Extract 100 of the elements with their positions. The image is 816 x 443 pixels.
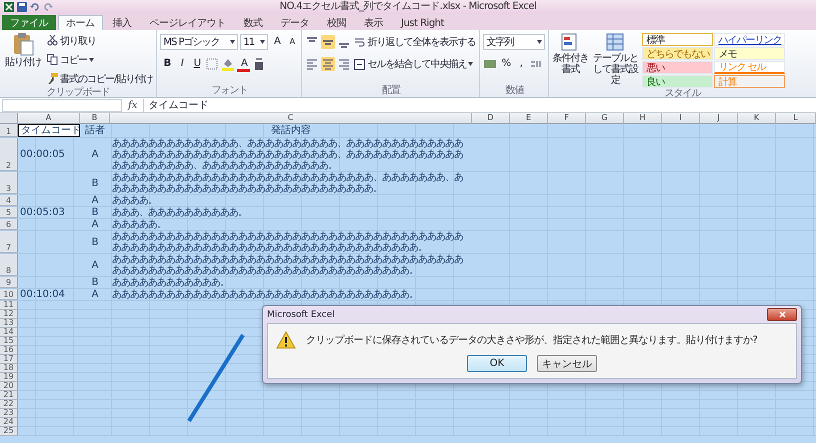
row-number[interactable]: 21 [0,391,18,400]
column-header[interactable]: K [738,113,776,124]
cell-style[interactable]: ハイパーリンク [714,33,786,46]
table-cell-text: A [90,195,100,206]
row-number[interactable]: 10 [0,289,18,300]
scissors-icon [47,35,58,46]
ribbon-tab[interactable]: ホーム [58,15,102,30]
column-header[interactable]: C [110,113,472,124]
warning-icon [276,331,296,349]
save-icon[interactable] [17,2,27,12]
column-header[interactable]: H [624,113,662,124]
align-middle-icon[interactable] [321,35,336,49]
row-number[interactable]: 6 [0,219,18,230]
row-number[interactable]: 14 [0,328,18,337]
caret-icon [537,40,542,44]
font-size-field[interactable]: 11 [240,34,268,50]
currency-icon[interactable] [483,57,498,71]
column-header[interactable]: J [700,113,738,124]
borders-icon[interactable] [205,57,220,71]
table-cell-text: ああああ。 [111,195,158,206]
wrap-text-button[interactable]: 折り返して全体を表示する [353,34,476,50]
row-number[interactable]: 7 [0,231,18,253]
ribbon-tab[interactable]: ファイル [2,15,56,30]
format-painter-button[interactable]: 書式のコピー/貼り付け [46,70,154,87]
cell-style[interactable]: メモ [714,47,786,60]
align-left-icon[interactable] [305,57,320,71]
ribbon-tab[interactable]: 数式 [236,15,270,30]
row-number[interactable]: 19 [0,373,18,382]
row-number[interactable]: 16 [0,346,18,355]
table-cell-text: B [90,176,100,190]
column-header[interactable]: E [510,113,548,124]
ribbon-tab[interactable]: 表示 [356,15,391,30]
table-cell-text: A [90,289,100,300]
row-number[interactable]: 22 [0,400,18,409]
table-cell-text: あああああああああああああああああああああああああああああああああ。 [111,289,419,300]
conditional-format-button[interactable]: 条件付き書式 [552,32,588,88]
ribbon-tab[interactable]: ページレイアウト [142,15,234,30]
paste-button[interactable]: 貼り付け [3,32,43,87]
row-number[interactable]: 3 [0,172,18,194]
column-header[interactable]: I [662,113,700,124]
fill-color-icon[interactable] [221,57,236,71]
bold-button[interactable]: B [160,56,174,72]
font-color-button[interactable]: A [237,56,250,72]
format-as-table-button[interactable]: テーブルとして書式設定 [591,32,640,88]
ribbon-tab[interactable]: 挿入 [104,15,140,30]
underline-button[interactable]: U [190,56,204,72]
row-number[interactable]: 15 [0,337,18,346]
shrink-font-button[interactable]: A [285,34,298,50]
column-header[interactable]: A [18,113,80,124]
formula-field[interactable]: タイムコード [143,98,814,112]
copy-button[interactable]: コピー [46,51,154,68]
number-format-field[interactable]: 文字列 [483,34,546,50]
function-label[interactable]: fx [128,100,138,110]
row-number[interactable]: 13 [0,319,18,328]
row-number[interactable]: 1 [0,124,18,137]
row-number[interactable]: 12 [0,310,18,319]
row-number[interactable]: 18 [0,364,18,373]
cell-style[interactable]: どちらでもない [642,47,714,60]
comma-button[interactable]: , [514,56,528,72]
italic-button[interactable]: I [175,56,188,72]
row-number[interactable]: 2 [0,138,18,171]
excel-icon[interactable] [4,2,14,12]
row-number[interactable]: 8 [0,254,18,276]
percent-button[interactable]: % [499,56,512,72]
row-number[interactable]: 24 [0,418,18,427]
column-header[interactable]: F [548,113,586,124]
merge-center-button[interactable]: セルを結合して中央揃え [353,56,474,72]
row-number[interactable]: 25 [0,427,18,436]
ribbon-tab[interactable]: データ [272,15,317,30]
cell-style[interactable]: 悪い [642,61,714,74]
group-label: クリップボード [46,87,111,99]
column-header[interactable]: D [472,113,510,124]
dialog-button[interactable]: キャンセル [537,355,597,372]
column-header[interactable]: G [586,113,624,124]
close-button[interactable] [767,308,797,321]
grow-font-button[interactable]: A [270,34,284,50]
row-number[interactable]: 5 [0,207,18,218]
cell-style[interactable]: 良い [642,75,714,88]
cut-button[interactable]: 切り取り [46,32,154,49]
font-name-field[interactable]: MS Pゴシック [160,34,238,50]
cell-style[interactable]: 標準 [642,33,714,46]
dialog-button[interactable]: OK [467,355,527,372]
row-number[interactable]: 9 [0,277,18,288]
table-cell-text: 00:10:04 [19,289,66,300]
row-number[interactable]: 23 [0,409,18,418]
ribbon-tab[interactable]: 校閲 [319,15,354,30]
undo-icon[interactable] [30,2,40,12]
merge-icon [354,58,366,70]
group-label: 配置 [380,85,402,97]
align-center-icon[interactable] [321,57,336,71]
column-header[interactable]: B [80,113,110,124]
table-cell-text: あああ、ああああああああああ。 [111,207,248,218]
align-right-icon[interactable] [337,57,352,71]
row-number[interactable]: 20 [0,382,18,391]
table-cell-text: あああああ。 [111,219,167,230]
row-number[interactable]: 17 [0,355,18,364]
column-header[interactable]: L [776,113,816,124]
row-number[interactable]: 4 [0,195,18,206]
row-number[interactable]: 11 [0,301,18,310]
ribbon-tab[interactable]: Just Right [393,15,452,30]
